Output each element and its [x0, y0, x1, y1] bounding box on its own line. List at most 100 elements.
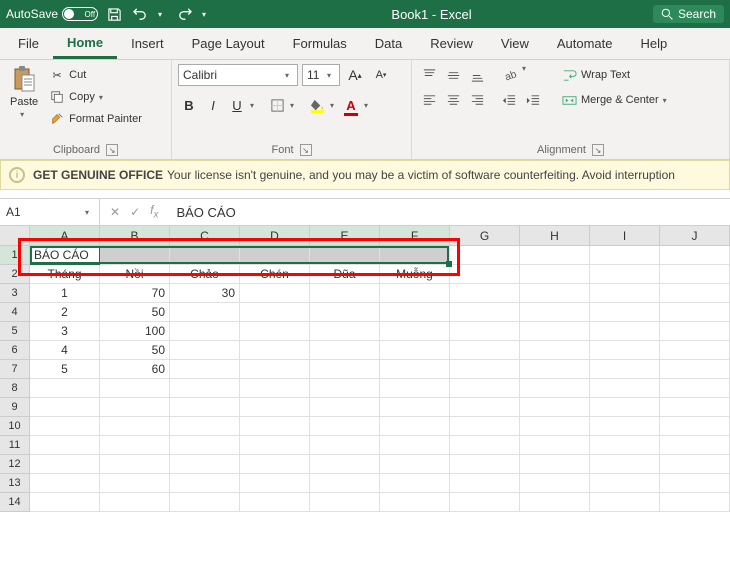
- cell-E12[interactable]: [310, 455, 380, 474]
- fill-handle[interactable]: [446, 261, 452, 267]
- cell-J14[interactable]: [660, 493, 730, 512]
- cell-H9[interactable]: [520, 398, 590, 417]
- cell-J9[interactable]: [660, 398, 730, 417]
- cell-C12[interactable]: [170, 455, 240, 474]
- fill-color-button[interactable]: [306, 94, 328, 116]
- save-icon[interactable]: [106, 6, 122, 22]
- formula-bar[interactable]: BÁO CÁO: [168, 205, 730, 220]
- enter-formula-icon[interactable]: ✓: [130, 205, 140, 219]
- cell-F6[interactable]: [380, 341, 450, 360]
- cell-I10[interactable]: [590, 417, 660, 436]
- cell-C7[interactable]: [170, 360, 240, 379]
- row-header-14[interactable]: 14: [0, 493, 30, 512]
- cell-G8[interactable]: [450, 379, 520, 398]
- row-header-13[interactable]: 13: [0, 474, 30, 493]
- cell-I14[interactable]: [590, 493, 660, 512]
- cell-G14[interactable]: [450, 493, 520, 512]
- cell-H3[interactable]: [520, 284, 590, 303]
- tab-file[interactable]: File: [4, 30, 53, 57]
- cell-A2[interactable]: Tháng: [30, 265, 100, 284]
- font-color-button[interactable]: A: [340, 94, 362, 116]
- cell-A10[interactable]: [30, 417, 100, 436]
- name-box[interactable]: A1▾: [0, 199, 100, 225]
- search-box[interactable]: Search: [653, 5, 724, 23]
- cell-F8[interactable]: [380, 379, 450, 398]
- cell-E9[interactable]: [310, 398, 380, 417]
- cell-J6[interactable]: [660, 341, 730, 360]
- align-center-icon[interactable]: [442, 89, 464, 111]
- cell-F3[interactable]: [380, 284, 450, 303]
- cell-I1[interactable]: [590, 246, 660, 265]
- cell-H12[interactable]: [520, 455, 590, 474]
- cell-J3[interactable]: [660, 284, 730, 303]
- row-header-6[interactable]: 6: [0, 341, 30, 360]
- row-header-3[interactable]: 3: [0, 284, 30, 303]
- cell-H5[interactable]: [520, 322, 590, 341]
- cell-D1[interactable]: [240, 246, 310, 265]
- tab-data[interactable]: Data: [361, 30, 416, 57]
- cell-B11[interactable]: [100, 436, 170, 455]
- cell-F10[interactable]: [380, 417, 450, 436]
- cell-E3[interactable]: [310, 284, 380, 303]
- row-header-11[interactable]: 11: [0, 436, 30, 455]
- increase-font-icon[interactable]: A▴: [344, 64, 366, 86]
- cell-F12[interactable]: [380, 455, 450, 474]
- cell-J12[interactable]: [660, 455, 730, 474]
- cell-B12[interactable]: [100, 455, 170, 474]
- autosave-switch[interactable]: Off: [62, 7, 98, 21]
- cell-B8[interactable]: [100, 379, 170, 398]
- cell-B2[interactable]: Nồi: [100, 265, 170, 284]
- cell-A8[interactable]: [30, 379, 100, 398]
- cell-F1[interactable]: [380, 246, 450, 265]
- cell-A4[interactable]: 2: [30, 303, 100, 322]
- decrease-font-icon[interactable]: A▾: [370, 64, 392, 86]
- cell-F5[interactable]: [380, 322, 450, 341]
- cell-I6[interactable]: [590, 341, 660, 360]
- cell-E1[interactable]: [310, 246, 380, 265]
- col-header-B[interactable]: B: [100, 226, 170, 246]
- cell-A13[interactable]: [30, 474, 100, 493]
- tab-insert[interactable]: Insert: [117, 30, 178, 57]
- cell-E8[interactable]: [310, 379, 380, 398]
- fx-icon[interactable]: fx: [150, 203, 158, 220]
- col-header-H[interactable]: H: [520, 226, 590, 246]
- row-header-1[interactable]: 1: [0, 246, 30, 265]
- cell-I5[interactable]: [590, 322, 660, 341]
- cell-I2[interactable]: [590, 265, 660, 284]
- tab-formulas[interactable]: Formulas: [279, 30, 361, 57]
- cell-B13[interactable]: [100, 474, 170, 493]
- cell-G1[interactable]: [450, 246, 520, 265]
- alignment-launcher[interactable]: ↘: [592, 144, 604, 156]
- col-header-J[interactable]: J: [660, 226, 730, 246]
- cell-F11[interactable]: [380, 436, 450, 455]
- cell-F9[interactable]: [380, 398, 450, 417]
- cell-D2[interactable]: Chén: [240, 265, 310, 284]
- cell-G7[interactable]: [450, 360, 520, 379]
- cell-D10[interactable]: [240, 417, 310, 436]
- align-bottom-icon[interactable]: [466, 64, 488, 86]
- cell-A1[interactable]: BÁO CÁO: [30, 246, 100, 265]
- cell-B6[interactable]: 50: [100, 341, 170, 360]
- cell-C5[interactable]: [170, 322, 240, 341]
- cell-I3[interactable]: [590, 284, 660, 303]
- align-right-icon[interactable]: [466, 89, 488, 111]
- tab-review[interactable]: Review: [416, 30, 487, 57]
- cell-G9[interactable]: [450, 398, 520, 417]
- cell-C1[interactable]: [170, 246, 240, 265]
- increase-indent-icon[interactable]: [522, 89, 544, 111]
- cell-B7[interactable]: 60: [100, 360, 170, 379]
- cell-E6[interactable]: [310, 341, 380, 360]
- cell-J1[interactable]: [660, 246, 730, 265]
- autosave-toggle[interactable]: AutoSave Off: [6, 7, 98, 21]
- cell-I9[interactable]: [590, 398, 660, 417]
- cell-I12[interactable]: [590, 455, 660, 474]
- select-all-corner[interactable]: [0, 226, 30, 246]
- cell-I7[interactable]: [590, 360, 660, 379]
- cell-D4[interactable]: [240, 303, 310, 322]
- cell-G10[interactable]: [450, 417, 520, 436]
- row-header-4[interactable]: 4: [0, 303, 30, 322]
- cell-H4[interactable]: [520, 303, 590, 322]
- cell-G5[interactable]: [450, 322, 520, 341]
- col-header-G[interactable]: G: [450, 226, 520, 246]
- cell-B3[interactable]: 70: [100, 284, 170, 303]
